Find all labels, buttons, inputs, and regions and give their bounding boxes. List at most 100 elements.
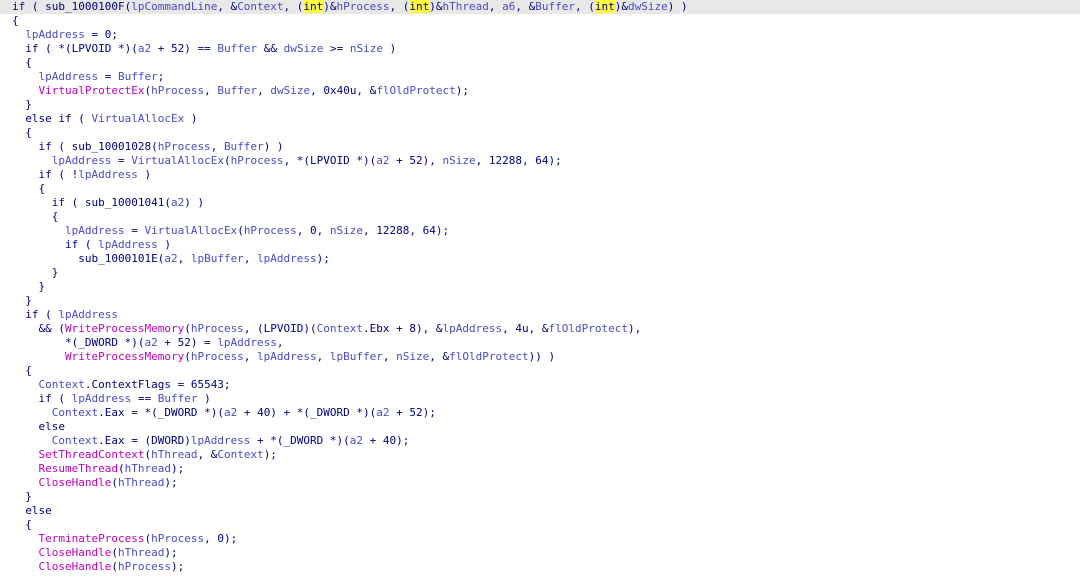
identifier[interactable]: dwSize (284, 42, 324, 55)
identifier[interactable]: Buffer (158, 392, 198, 405)
identifier[interactable]: lpAddress (257, 350, 317, 363)
identifier[interactable]: a2 (350, 434, 363, 447)
identifier[interactable]: lpAddress (39, 70, 99, 83)
code-line[interactable]: WriteProcessMemory(hProcess, lpAddress , … (0, 350, 1080, 364)
identifier[interactable]: lpAddress (443, 322, 503, 335)
code-line[interactable]: lpAddress = VirtualAllocEx(hProcess, *(L… (0, 154, 1080, 168)
code-line[interactable]: { (0, 182, 1080, 196)
code-line[interactable]: CloseHandle(hProcess); (0, 560, 1080, 574)
code-line[interactable]: } (0, 294, 1080, 308)
identifier[interactable]: Context (52, 434, 98, 447)
identifier[interactable]: lpAddress (58, 308, 118, 321)
identifier[interactable]: lpBuffer (191, 252, 244, 265)
code-line[interactable]: { (0, 126, 1080, 140)
code-line[interactable]: } (0, 266, 1080, 280)
function-call[interactable]: WriteProcessMemory (65, 322, 184, 335)
function-call[interactable]: CloseHandle (39, 560, 112, 573)
identifier[interactable]: hProcess (158, 140, 211, 153)
identifier[interactable]: flOldProtect (548, 322, 627, 335)
identifier[interactable]: lpAddress (98, 238, 158, 251)
identifier[interactable]: lpAddress (257, 252, 317, 265)
identifier[interactable]: nSize (350, 42, 383, 55)
identifier[interactable]: lpAddress (52, 154, 112, 167)
identifier[interactable]: dwSize (628, 0, 668, 13)
code-line[interactable]: *(_DWORD *)(a2 + 52) = lpAddress, (0, 336, 1080, 350)
code-line[interactable]: lpAddress = Buffer; (0, 70, 1080, 84)
identifier[interactable]: hThread (118, 476, 164, 489)
identifier[interactable]: a2 (376, 406, 389, 419)
identifier[interactable]: flOldProtect (449, 350, 528, 363)
identifier[interactable]: a2 (376, 154, 389, 167)
pseudocode-view[interactable]: if ( sub_1000100F(lpCommandLine, &Contex… (0, 0, 1080, 577)
code-line[interactable]: Context.Eax = (DWORD)lpAddress + *(_DWOR… (0, 434, 1080, 448)
identifier[interactable]: hProcess (231, 154, 284, 167)
code-line[interactable]: if ( lpAddress ) (0, 238, 1080, 252)
code-line[interactable]: SetThreadContext(hThread, &Context); (0, 448, 1080, 462)
identifier[interactable]: VirtualAllocEx (91, 112, 184, 125)
identifier[interactable]: nSize (396, 350, 429, 363)
identifier[interactable]: Context (317, 322, 363, 335)
identifier[interactable]: a2 (144, 336, 157, 349)
identifier[interactable]: Buffer (535, 0, 575, 13)
code-line[interactable]: { (0, 364, 1080, 378)
code-line[interactable]: ResumeThread(hThread); (0, 462, 1080, 476)
code-line[interactable]: VirtualProtectEx(hProcess, Buffer, dwSiz… (0, 84, 1080, 98)
function-call[interactable]: ResumeThread (39, 462, 118, 475)
identifier[interactable]: Buffer (217, 42, 257, 55)
code-line[interactable]: { (0, 14, 1080, 28)
code-line[interactable]: else (0, 504, 1080, 518)
code-line[interactable]: if ( lpAddress == Buffer ) (0, 392, 1080, 406)
identifier[interactable]: a2 (138, 42, 151, 55)
code-line[interactable]: CloseHandle(hThread); (0, 476, 1080, 490)
identifier[interactable]: lpAddress (65, 224, 125, 237)
highlighted-keyword[interactable]: int (303, 0, 324, 13)
identifier[interactable]: hProcess (244, 224, 297, 237)
identifier[interactable]: Context (52, 406, 98, 419)
highlighted-keyword[interactable]: int (594, 0, 615, 13)
identifier[interactable]: hProcess (118, 560, 171, 573)
highlighted-keyword[interactable]: int (409, 0, 430, 13)
identifier[interactable]: lpBuffer (330, 350, 383, 363)
identifier[interactable]: hProcess (151, 532, 204, 545)
code-line[interactable]: if ( *(LPVOID *)(a2 + 52) == Buffer && d… (0, 42, 1080, 56)
code-line[interactable]: { (0, 518, 1080, 532)
identifier[interactable]: lpAddress (25, 28, 85, 41)
code-line[interactable]: else if ( VirtualAllocEx ) (0, 112, 1080, 126)
code-line[interactable]: Context.ContextFlags = 65543; (0, 378, 1080, 392)
function-call[interactable]: CloseHandle (39, 476, 112, 489)
code-line[interactable]: lpAddress = 0; (0, 28, 1080, 42)
identifier[interactable]: Buffer (118, 70, 158, 83)
identifier[interactable]: hProcess (337, 0, 390, 13)
identifier[interactable]: nSize (330, 224, 363, 237)
function-call[interactable]: WriteProcessMemory (65, 350, 184, 363)
code-line[interactable]: { (0, 210, 1080, 224)
function-call[interactable]: CloseHandle (39, 546, 112, 559)
identifier[interactable]: flOldProtect (376, 84, 455, 97)
identifier[interactable]: Buffer (217, 84, 257, 97)
identifier[interactable]: a6 (502, 0, 515, 13)
identifier[interactable]: hThread (443, 0, 489, 13)
identifier[interactable]: nSize (443, 154, 476, 167)
code-line[interactable]: CloseHandle(hThread); (0, 546, 1080, 560)
code-line-current[interactable]: if ( sub_1000100F(lpCommandLine, &Contex… (0, 0, 1080, 14)
identifier[interactable]: dwSize (270, 84, 310, 97)
function-call[interactable]: SetThreadContext (39, 448, 145, 461)
function-call[interactable]: TerminateProcess (39, 532, 145, 545)
identifier[interactable]: hProcess (191, 322, 244, 335)
code-line[interactable]: } (0, 490, 1080, 504)
identifier[interactable]: lpAddress (191, 434, 251, 447)
identifier[interactable]: VirtualAllocEx (144, 224, 237, 237)
identifier[interactable]: Context (237, 0, 283, 13)
identifier[interactable]: VirtualAllocEx (131, 154, 224, 167)
code-line[interactable]: } (0, 280, 1080, 294)
identifier[interactable]: hProcess (191, 350, 244, 363)
code-line[interactable]: lpAddress = VirtualAllocEx(hProcess, 0, … (0, 224, 1080, 238)
code-line[interactable]: if ( sub_10001028(hProcess, Buffer) ) (0, 140, 1080, 154)
identifier[interactable]: Context (217, 448, 263, 461)
code-line[interactable]: Context.Eax = *(_DWORD *)(a2 + 40) + *(_… (0, 406, 1080, 420)
code-line[interactable]: if ( lpAddress (0, 308, 1080, 322)
identifier[interactable]: hThread (125, 462, 171, 475)
identifier[interactable]: a2 (164, 252, 177, 265)
identifier[interactable]: a2 (224, 406, 237, 419)
code-line[interactable]: sub_1000101E(a2, lpBuffer, lpAddress); (0, 252, 1080, 266)
